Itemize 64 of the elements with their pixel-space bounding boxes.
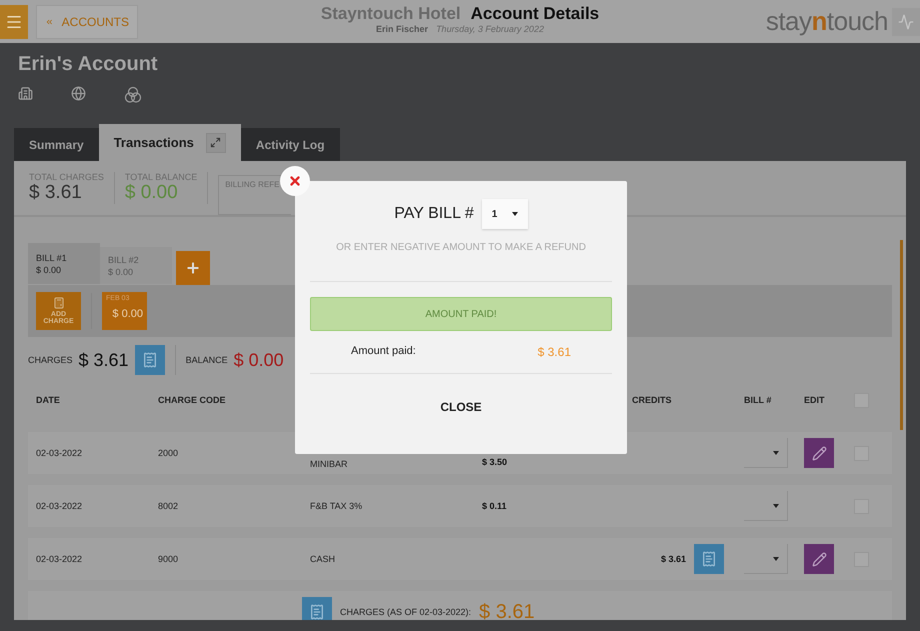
- bill-tab[interactable]: BILL #1 $ 0.00: [28, 243, 100, 284]
- column-header: CREDITS: [632, 395, 673, 405]
- code-cell-text: 2000: [158, 448, 180, 458]
- summary-value: $ 3.61: [29, 182, 83, 204]
- close-button[interactable]: CLOSE: [430, 396, 492, 418]
- tab[interactable]: Summary: [14, 128, 99, 161]
- code-cell-text: 9000: [158, 554, 180, 564]
- status-message: AMOUNT PAID!: [310, 297, 612, 331]
- bill-number-select[interactable]: 1: [482, 199, 528, 229]
- tab[interactable]: Activity Log: [240, 128, 340, 161]
- logo: stayntouch: [766, 6, 888, 37]
- dialog-title: PAY BILL #: [394, 205, 474, 223]
- account-title: Erin's Account: [18, 53, 159, 76]
- building-icon[interactable]: [18, 86, 33, 101]
- column-header: EDIT: [804, 395, 826, 405]
- receipt-icon: [142, 352, 158, 368]
- balance-label: BALANCE: [186, 355, 228, 365]
- tab[interactable]: Transactions: [98, 124, 241, 161]
- date-cell-text: 02-03-2022: [36, 554, 84, 564]
- description-cell-text: F&B TAX 3%: [310, 501, 364, 511]
- receipt-button[interactable]: [694, 544, 724, 574]
- refund-hint: OR ENTER NEGATIVE AMOUNT TO MAKE A REFUND: [336, 242, 586, 253]
- pencil-icon: [812, 446, 826, 460]
- bill-tab[interactable]: BILL #2 $ 0.00: [100, 247, 172, 284]
- column-header: DATE: [36, 395, 61, 405]
- footer-charges-label: CHARGES (AS OF 02-03-2022):: [340, 607, 472, 617]
- menu-button[interactable]: [0, 4, 28, 38]
- receipt-icon: [309, 604, 325, 620]
- column-header: CHARGE CODE: [158, 395, 227, 405]
- receipt-icon: [701, 551, 717, 567]
- edit-button[interactable]: [804, 438, 834, 468]
- description-cell-text: CASH: [310, 554, 336, 564]
- credits-cell: $ 3.61: [660, 554, 686, 564]
- date-text: Thursday, 3 February 2022: [436, 24, 544, 34]
- circles-icon[interactable]: [124, 86, 142, 104]
- edit-button[interactable]: [804, 544, 834, 574]
- pencil-icon: [812, 552, 826, 566]
- hotel-name: Stayntouch Hotel: [320, 4, 461, 24]
- pulse-icon: [898, 14, 914, 30]
- date-cell-text: 02-03-2022: [36, 448, 84, 458]
- description-cell-text: MINIBAR: [310, 459, 349, 471]
- column-header: BILL #: [744, 395, 772, 405]
- add-bill-button[interactable]: [176, 251, 210, 285]
- receipt-button[interactable]: [302, 597, 332, 620]
- scrollbar[interactable]: [900, 240, 903, 430]
- date-cell-text: 02-03-2022: [36, 501, 84, 511]
- charges-value: $ 3.61: [78, 350, 129, 370]
- expand-icon[interactable]: [206, 132, 226, 152]
- activity-button[interactable]: [892, 8, 920, 36]
- balance-value: $ 0.00: [234, 350, 284, 370]
- footer-charges-value: $ 3.61: [479, 600, 535, 620]
- amount-paid-label: Amount paid:: [351, 345, 416, 359]
- charges-cell-text: $ 0.11: [482, 501, 508, 511]
- receipt-button[interactable]: [134, 345, 165, 375]
- charges-label: CHARGES: [28, 355, 73, 365]
- globe-icon[interactable]: [71, 86, 86, 101]
- plus-icon: [185, 260, 201, 276]
- summary-value: $ 0.00: [124, 182, 179, 204]
- charges-cell-text: $ 3.50: [482, 457, 508, 469]
- amount-paid-value: $ 3.61: [538, 345, 571, 359]
- code-cell-text: 8002: [158, 501, 180, 511]
- user-name: Erin Fischer: [376, 24, 428, 34]
- page-title: Account Details: [470, 4, 600, 24]
- calculator-icon: [52, 297, 64, 309]
